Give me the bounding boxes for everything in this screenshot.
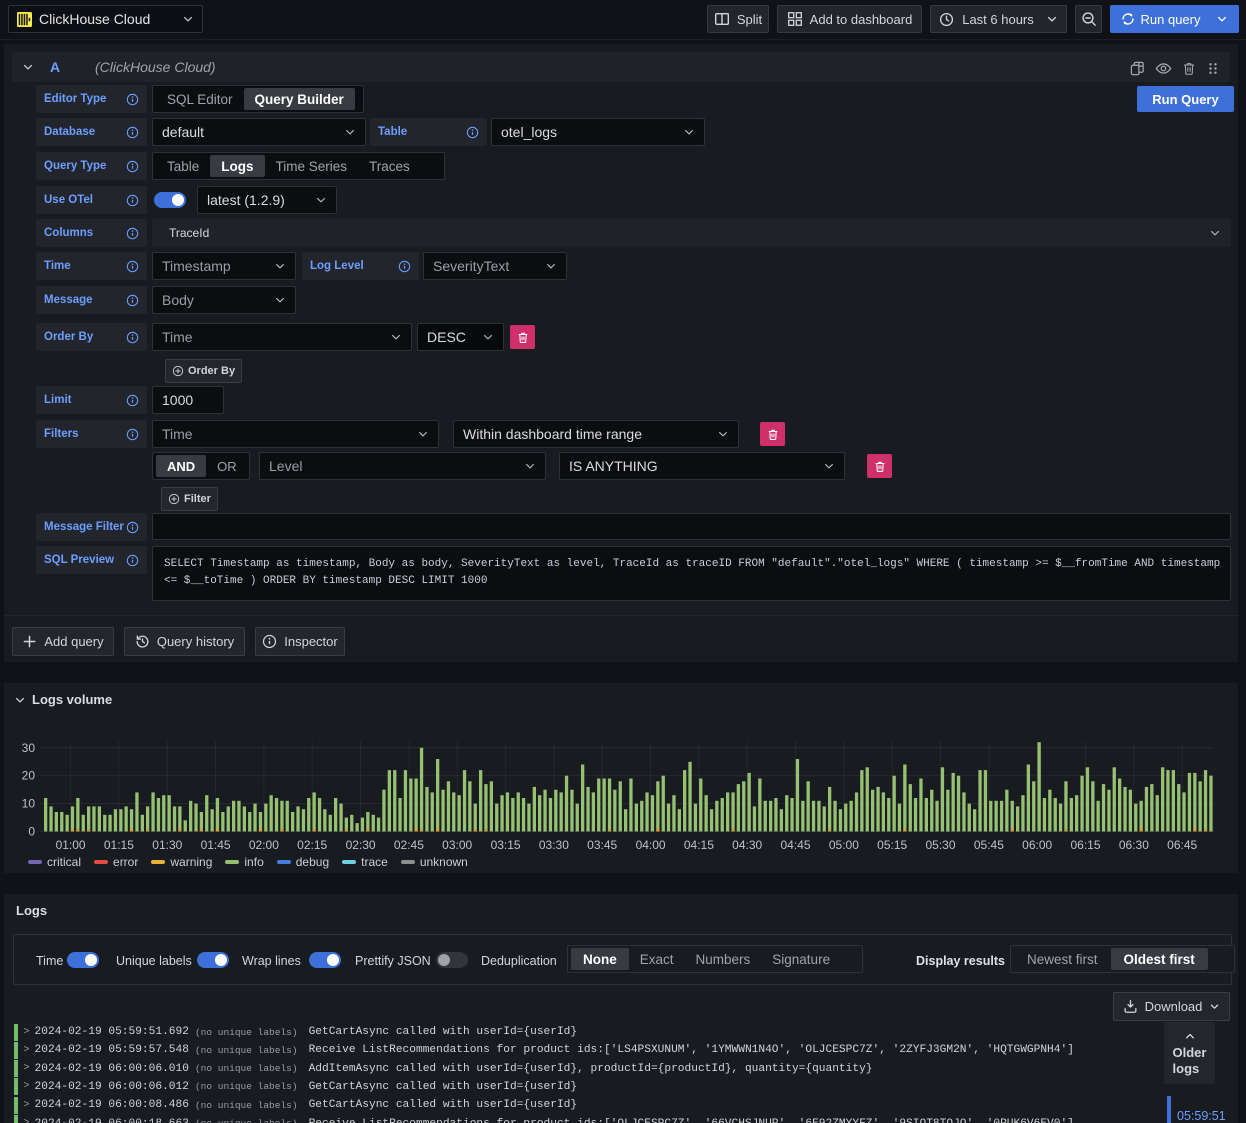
svg-text:02:45: 02:45	[394, 838, 424, 852]
svg-text:04:00: 04:00	[636, 838, 666, 852]
svg-text:05:00: 05:00	[829, 838, 859, 852]
svg-text:10: 10	[22, 797, 36, 811]
svg-text:06:45: 06:45	[1167, 838, 1197, 852]
svg-text:06:30: 06:30	[1119, 838, 1149, 852]
svg-text:04:30: 04:30	[732, 838, 762, 852]
svg-text:02:30: 02:30	[346, 838, 376, 852]
svg-text:03:00: 03:00	[442, 838, 472, 852]
svg-text:06:00: 06:00	[1022, 838, 1052, 852]
svg-text:05:30: 05:30	[925, 838, 955, 852]
svg-text:03:45: 03:45	[587, 838, 617, 852]
svg-text:03:30: 03:30	[539, 838, 569, 852]
svg-text:04:15: 04:15	[684, 838, 714, 852]
svg-text:30: 30	[22, 741, 36, 755]
svg-text:02:00: 02:00	[249, 838, 279, 852]
svg-text:05:45: 05:45	[974, 838, 1004, 852]
svg-text:03:15: 03:15	[491, 838, 521, 852]
svg-text:01:15: 01:15	[104, 838, 134, 852]
svg-text:01:00: 01:00	[56, 838, 86, 852]
svg-text:04:45: 04:45	[780, 838, 810, 852]
svg-text:06:15: 06:15	[1070, 838, 1100, 852]
svg-text:01:30: 01:30	[152, 838, 182, 852]
svg-text:0: 0	[28, 825, 35, 839]
svg-text:05:15: 05:15	[877, 838, 907, 852]
svg-text:02:15: 02:15	[297, 838, 327, 852]
svg-text:20: 20	[22, 769, 36, 783]
svg-text:01:45: 01:45	[201, 838, 231, 852]
